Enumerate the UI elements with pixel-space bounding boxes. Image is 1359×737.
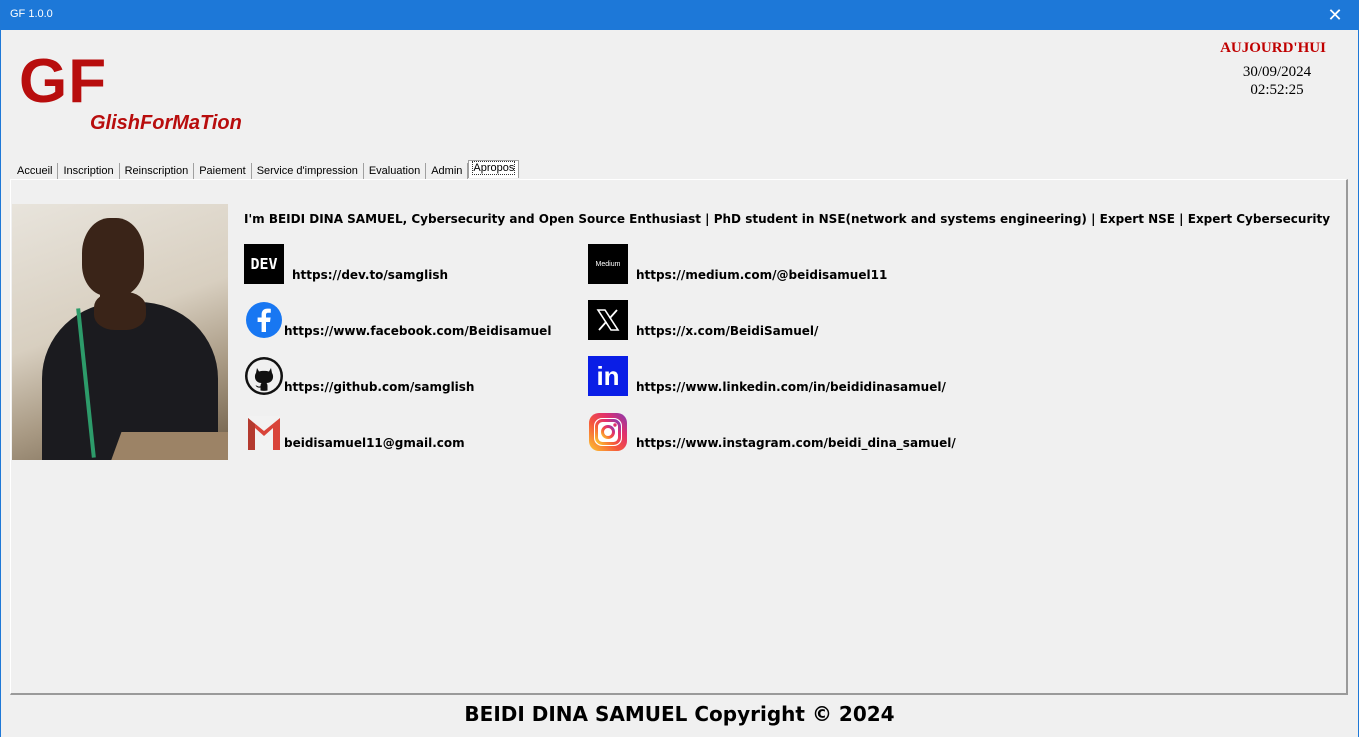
app-window: GF 1.0.0 ✕ GF GlishForMaTion AUJOURD'HUI… [0,0,1359,737]
tab-label: Accueil [17,165,53,177]
linkedin-icon-label: in [596,360,620,391]
github-link-text[interactable]: https://github.com/samglish [284,380,474,394]
tab-accueil[interactable]: Accueil [12,163,59,180]
logo-subtitle: GlishForMaTion [90,112,242,134]
dev-link-text[interactable]: https://dev.to/samglish [292,268,448,282]
gmail-icon[interactable] [244,412,284,452]
tab-inscription[interactable]: Inscription [58,163,120,180]
today-date: 30/09/2024 [1242,64,1312,80]
dev-icon-label: DEV [250,255,278,273]
footer-copyright: BEIDI DINA SAMUEL Copyright © 2024 [464,702,895,726]
medium-icon[interactable]: Medium [588,244,628,284]
close-icon[interactable]: ✕ [1312,0,1358,30]
tab-label: Admin [431,165,463,177]
instagram-icon[interactable] [588,412,628,452]
instagram-link-text[interactable]: https://www.instagram.com/beidi_dina_sam… [636,436,956,450]
x-icon[interactable] [588,300,628,340]
tab-label: Service d'impression [256,165,358,177]
profile-photo [12,204,228,460]
facebook-icon[interactable] [244,300,284,340]
x-link-text[interactable]: https://x.com/BeidiSamuel/ [636,324,818,338]
tab-bar: Accueil Inscription Reinscription Paieme… [12,160,520,180]
tab-apropos[interactable]: Apropos [468,160,520,178]
tab-label: Evaluation [368,165,421,177]
facebook-link-text[interactable]: https://www.facebook.com/Beidisamuel [284,324,551,338]
tab-admin[interactable]: Admin [426,163,469,180]
title-bar[interactable]: GF 1.0.0 ✕ [1,0,1358,30]
linkedin-icon[interactable]: in [588,356,628,396]
today-label: AUJOURD'HUI [1220,40,1326,56]
tab-label: Apropos [472,161,516,175]
medium-link-text[interactable]: https://medium.com/@beidisamuel11 [636,268,887,282]
tab-paiement[interactable]: Paiement [194,163,252,180]
github-icon[interactable] [244,356,284,396]
tab-evaluation[interactable]: Evaluation [364,163,427,180]
dev-icon[interactable]: DEV [244,244,284,284]
bio-text: I'm BEIDI DINA SAMUEL, Cybersecurity and… [244,212,1331,226]
gmail-link-text[interactable]: beidisamuel11@gmail.com [284,436,465,450]
tab-service-impression[interactable]: Service d'impression [252,163,364,180]
tab-label: Paiement [199,165,246,177]
tab-label: Inscription [63,165,114,177]
linkedin-link-text[interactable]: https://www.linkedin.com/in/beididinasam… [636,380,946,394]
logo-gf: GF [19,47,108,116]
window-title: GF 1.0.0 [10,8,53,20]
tab-label: Reinscription [124,165,189,177]
today-time: 02:52:25 [1250,82,1304,98]
medium-icon-label: Medium [595,260,621,268]
tab-reinscription[interactable]: Reinscription [120,163,195,180]
